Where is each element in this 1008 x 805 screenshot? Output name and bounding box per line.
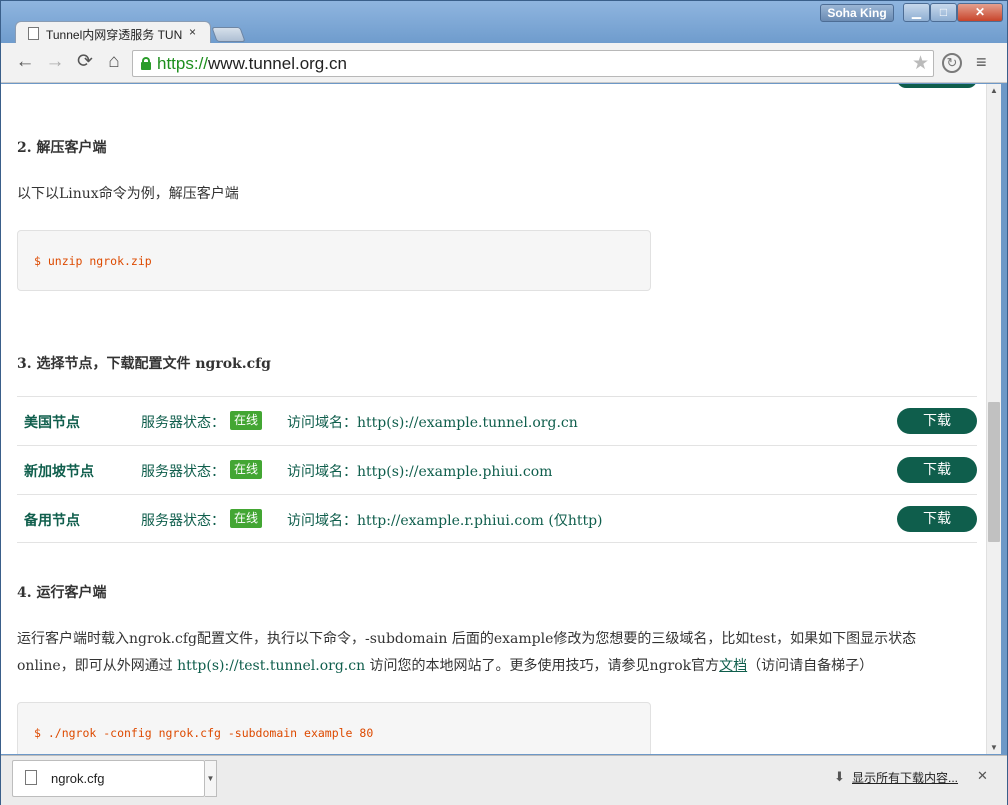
url-text: https://www.tunnel.org.cn — [157, 54, 347, 73]
close-window-button[interactable]: ✕ — [957, 3, 1003, 22]
code-block-run: $ ./ngrok -config ngrok.cfg -subdomain e… — [17, 702, 651, 754]
download-arrow-icon: ⬇ — [834, 769, 845, 784]
node-name: 美国节点 — [24, 415, 80, 431]
title-bar: Soha King ▁ □ ✕ Tunnel内网穿透服务 TUN × — [1, 1, 1007, 45]
lock-icon — [141, 57, 151, 70]
inline-code-url: http(s)://test.tunnel.org.cn — [177, 658, 366, 674]
download-button-partial[interactable] — [897, 84, 977, 88]
extension-icon[interactable]: ↻ — [942, 53, 962, 73]
scroll-down-icon[interactable]: ▼ — [990, 743, 998, 752]
node-row: 新加坡节点 服务器状态： 在线 访问域名：http(s)://example.p… — [17, 445, 977, 494]
vertical-scrollbar[interactable]: ▲ ▼ — [986, 84, 1001, 754]
status-label: 服务器状态： — [141, 513, 225, 529]
docs-link[interactable]: 文档 — [719, 658, 747, 674]
download-button[interactable]: 下载 — [897, 457, 977, 483]
download-button[interactable]: 下载 — [897, 408, 977, 434]
node-row: 备用节点 服务器状态： 在线 访问域名：http://example.r.phi… — [17, 494, 977, 543]
tab-tunnel[interactable]: Tunnel内网穿透服务 TUN × — [15, 21, 211, 45]
step2-heading: 2. 解压客户端 — [17, 140, 107, 156]
node-domain: 访问域名：http://example.r.phiui.com (仅http) — [287, 513, 603, 529]
step3-heading: 3. 选择节点，下载配置文件 ngrok.cfg — [17, 356, 271, 372]
download-shelf: ngrok.cfg ▼ ⬇ 显示所有下载内容... ✕ — [1, 755, 1007, 805]
forward-icon[interactable]: → — [43, 51, 67, 73]
home-icon[interactable]: ⌂ — [102, 51, 126, 73]
scroll-thumb[interactable] — [988, 402, 1000, 542]
bookmark-star-icon[interactable]: ★ — [912, 52, 929, 75]
download-filename: ngrok.cfg — [51, 771, 105, 786]
menu-icon[interactable]: ≡ — [976, 52, 987, 73]
step4-heading: 4. 运行客户端 — [17, 585, 107, 601]
back-icon[interactable]: ← — [13, 51, 37, 73]
browser-toolbar: ← → ⟳ ⌂ https://www.tunnel.org.cn ★ ↻ ≡ — [1, 43, 1007, 83]
node-domain: 访问域名：http(s)://example.tunnel.org.cn — [287, 415, 578, 431]
page-viewport: 2. 解压客户端 以下以Linux命令为例，解压客户端 $ unzip ngro… — [1, 84, 986, 754]
step2-text: 以下以Linux命令为例，解压客户端 — [17, 186, 239, 202]
status-badge: 在线 — [230, 411, 263, 430]
status-badge: 在线 — [230, 509, 263, 528]
node-row: 美国节点 服务器状态： 在线 访问域名：http(s)://example.tu… — [17, 396, 977, 445]
node-domain: 访问域名：http(s)://example.phiui.com — [287, 464, 553, 480]
code-block-unzip: $ unzip ngrok.zip — [17, 230, 651, 291]
new-tab-button[interactable] — [211, 27, 246, 42]
line2-text-b: 访问您的本地网站了。更多使用技巧，请参见ngrok官方 — [365, 658, 720, 674]
download-item[interactable]: ngrok.cfg — [12, 760, 205, 797]
step4-line2: online，即可从外网通过 http(s)://test.tunnel.org… — [17, 653, 977, 680]
line2-text-c: （访问请自备梯子） — [747, 658, 874, 674]
scroll-up-icon[interactable]: ▲ — [990, 86, 998, 95]
tab-title: Tunnel内网穿透服务 TUN — [46, 28, 182, 42]
step4-text: 运行客户端时载入ngrok.cfg配置文件，执行以下命令，-subdomain … — [17, 626, 977, 680]
node-name: 新加坡节点 — [24, 464, 94, 480]
minimize-button[interactable]: ▁ — [903, 3, 930, 22]
profile-badge[interactable]: Soha King — [820, 4, 894, 22]
address-bar[interactable]: https://www.tunnel.org.cn ★ — [132, 50, 934, 77]
node-name: 备用节点 — [24, 513, 80, 529]
page-icon — [28, 27, 39, 40]
tab-close-icon[interactable]: × — [189, 25, 196, 39]
file-icon — [25, 770, 37, 785]
line2-text-a: online，即可从外网通过 — [17, 658, 178, 674]
reload-icon[interactable]: ⟳ — [73, 51, 97, 73]
close-shelf-icon[interactable]: ✕ — [977, 768, 988, 784]
status-label: 服务器状态： — [141, 415, 225, 431]
download-options-chevron-icon[interactable]: ▼ — [205, 760, 217, 797]
maximize-button[interactable]: □ — [930, 3, 957, 22]
download-button[interactable]: 下载 — [897, 506, 977, 532]
step4-line1: 运行客户端时载入ngrok.cfg配置文件，执行以下命令，-subdomain … — [17, 631, 917, 647]
status-badge: 在线 — [230, 460, 263, 479]
show-all-downloads-link[interactable]: 显示所有下载内容... — [852, 769, 958, 786]
status-label: 服务器状态： — [141, 464, 225, 480]
browser-window: Soha King ▁ □ ✕ Tunnel内网穿透服务 TUN × ← → ⟳… — [0, 0, 1008, 805]
